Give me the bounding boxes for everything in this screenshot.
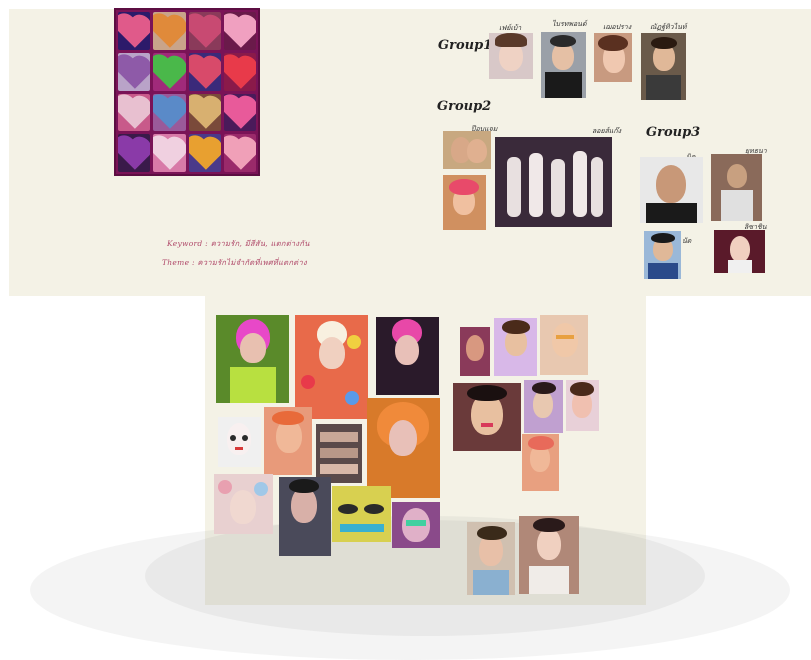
group2-photo-1 — [443, 131, 491, 169]
group3-photo-3 — [644, 231, 681, 279]
group3-photo-4 — [714, 230, 765, 273]
keyword-note: Keyword : ความรัก, มีสีสัน, แตกต่างกัน — [167, 239, 310, 248]
group1-photo-4 — [641, 33, 686, 100]
makeup-photo-bottom-1 — [467, 522, 515, 595]
makeup-photo-dark-glam — [279, 477, 331, 556]
makeup-photo-flowers — [295, 315, 368, 419]
group1-member-name: ณัฏฐ์ทิวไนท์ — [650, 23, 687, 31]
makeup-photo-small-4 — [524, 380, 563, 433]
makeup-photo-orange-face — [264, 407, 312, 475]
makeup-photo-balloons — [214, 474, 273, 534]
group3-photo-2 — [711, 154, 762, 221]
makeup-photo-small-2 — [494, 318, 537, 376]
heart-tile — [153, 93, 186, 132]
group3-label: Group3 — [646, 125, 701, 140]
group2-label: Group2 — [437, 99, 492, 114]
heart-tile — [223, 52, 256, 91]
heart-tile — [118, 93, 151, 132]
group2-photo-group — [495, 137, 612, 227]
heart-tile — [188, 93, 221, 132]
makeup-photo-gems — [392, 502, 440, 548]
heart-tile — [188, 134, 221, 172]
group1-photo-2 — [541, 32, 586, 98]
makeup-photo-orange-hair — [367, 398, 440, 498]
heart-tile — [223, 12, 256, 50]
makeup-photo-small-5 — [566, 380, 599, 431]
makeup-photo-eyes-grid — [316, 424, 362, 483]
makeup-photo-clown — [218, 417, 261, 467]
theme-note: Theme : ความรักไม่จำกัดที่เพศที่แตกต่าง — [162, 258, 307, 267]
heart-tile — [118, 134, 151, 172]
group2-photo-2 — [443, 175, 486, 230]
group3-member-name: นัด — [682, 237, 692, 245]
group1-member-name: เฌอปราง — [603, 23, 632, 31]
group1-label: Group1 — [438, 38, 493, 53]
heart-collage-image — [114, 8, 260, 176]
makeup-photo-small-3 — [540, 315, 588, 375]
group1-photo-1 — [489, 33, 533, 79]
heart-tile — [153, 134, 186, 172]
heart-tile — [188, 12, 221, 50]
heart-tile — [153, 12, 186, 50]
makeup-photo-small-6 — [522, 434, 559, 491]
makeup-photo-drag-pink — [376, 317, 439, 395]
group1-photo-3 — [594, 33, 632, 82]
makeup-photo-pink-wig — [216, 315, 289, 403]
makeup-photo-small-1 — [460, 327, 490, 376]
group2-member-name: ลอยส์แก๊ง — [592, 127, 622, 135]
makeup-photo-yellow-eye — [332, 486, 391, 542]
makeup-photo-lip — [453, 383, 521, 451]
heart-tile — [188, 52, 221, 91]
makeup-photo-bottom-2 — [519, 516, 579, 594]
heart-tile — [118, 12, 151, 50]
heart-tile — [153, 52, 186, 91]
heart-tile — [223, 134, 256, 172]
group1-member-name: ไบรทพอนด์ — [552, 20, 587, 28]
group3-photo-1 — [640, 157, 703, 223]
heart-tile — [118, 52, 151, 91]
heart-tile — [223, 93, 256, 132]
